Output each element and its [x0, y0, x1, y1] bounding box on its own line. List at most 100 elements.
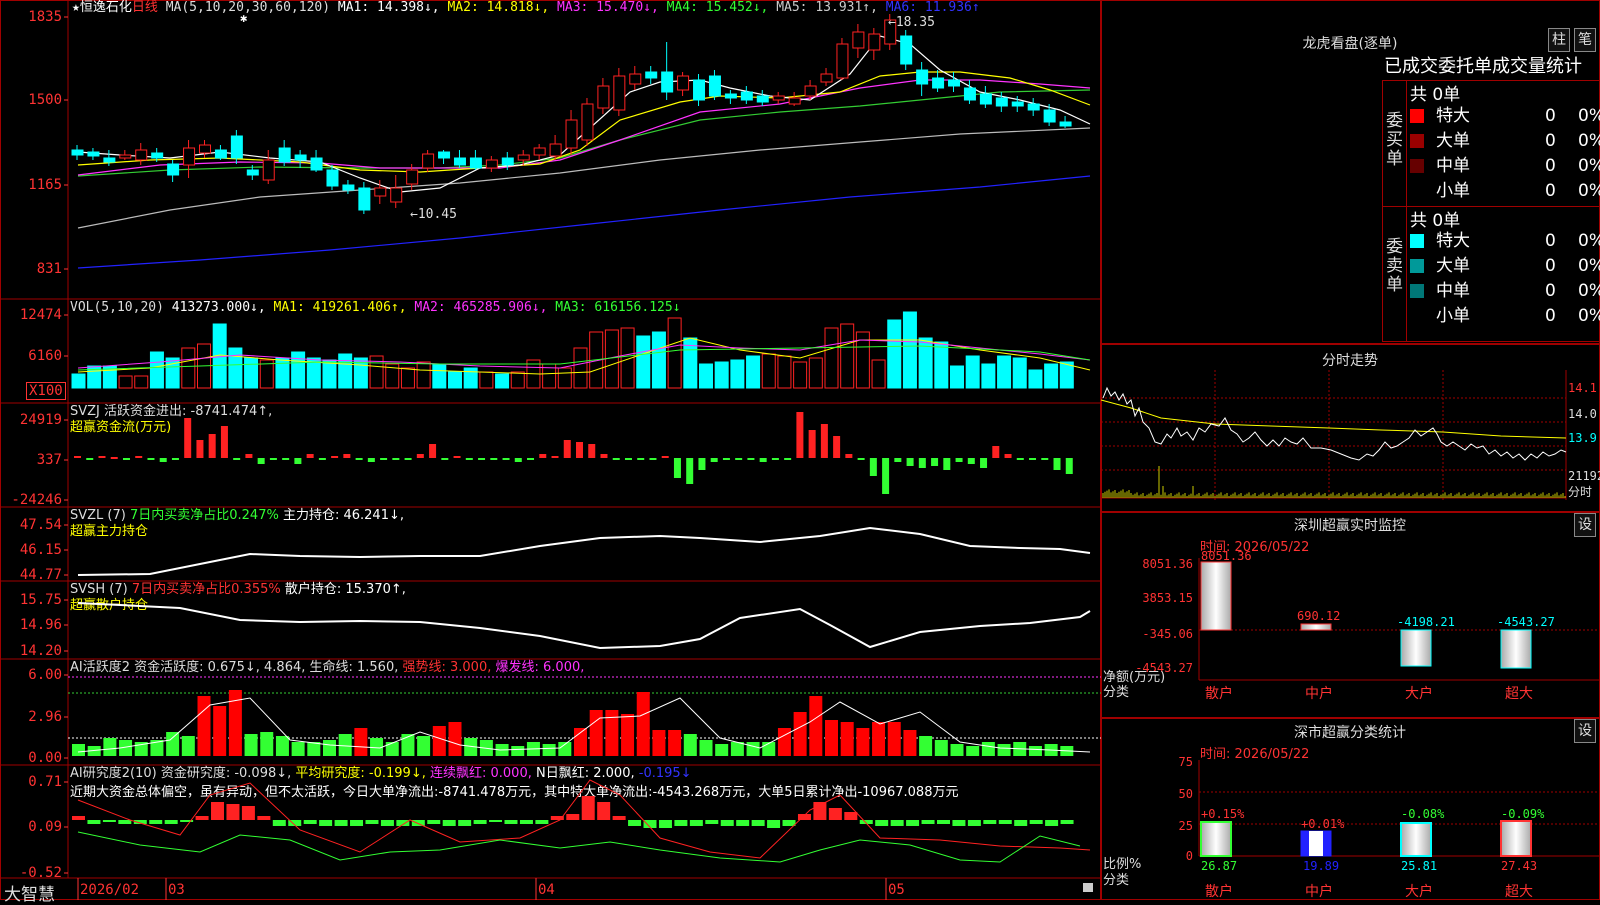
volume-bar — [118, 375, 133, 389]
volume-bar — [761, 353, 776, 389]
flow-bar — [637, 458, 645, 460]
candle-body — [963, 87, 976, 101]
activity-bar — [856, 728, 870, 756]
low-annotation: ←10.45 — [410, 207, 457, 222]
activity-bar — [809, 696, 823, 756]
sell-side-label: 委卖单 — [1386, 237, 1403, 295]
activity-bar — [197, 696, 211, 756]
activity-bar — [762, 742, 776, 756]
flow-bar — [527, 458, 535, 460]
volume-bar — [181, 347, 196, 389]
flow-bar — [1065, 458, 1073, 474]
research-bar — [751, 820, 765, 826]
activity-bar — [652, 730, 666, 756]
research-bar — [828, 808, 842, 820]
flow-bar — [600, 454, 608, 458]
candle-body — [406, 169, 419, 185]
candle-body — [677, 75, 690, 91]
class-bar-retail — [1200, 821, 1232, 857]
volume-bar — [495, 373, 510, 389]
sell-row-name: 大单 — [1436, 256, 1470, 276]
flow-bar — [747, 458, 755, 460]
pen-mode-button[interactable]: 笔 — [1574, 28, 1596, 52]
svsh-line — [77, 602, 1091, 650]
flow-bar — [686, 458, 694, 484]
candle-body — [135, 149, 148, 161]
activity-bar — [260, 732, 274, 756]
candle-body — [326, 169, 339, 187]
candle-body — [756, 95, 769, 103]
candle-body — [119, 154, 132, 159]
bar-mode-button[interactable]: 柱 — [1548, 28, 1570, 52]
research-bar — [442, 820, 456, 826]
candle-body — [230, 135, 243, 159]
flow-bar — [392, 458, 400, 460]
tab-orders[interactable]: 委托单 — [1438, 56, 1492, 77]
candle-body — [868, 33, 881, 51]
tab-row: 已成交委托单成交量统计 — [1384, 54, 1600, 80]
candle-body — [1059, 121, 1072, 127]
activity-bar — [668, 730, 682, 756]
candle-body — [87, 151, 100, 157]
ai-research-green-line — [77, 831, 1081, 863]
sell-row-count: 0 — [1545, 281, 1556, 301]
intraday-chart: 14.1 14.0 13.9 21192 分时 — [1101, 370, 1600, 500]
tab-volume[interactable]: 成交量 — [1492, 56, 1546, 77]
volume-bar — [322, 359, 337, 389]
monitor-settings-button[interactable]: 设 — [1574, 513, 1596, 537]
intraday-price-line — [1102, 386, 1567, 461]
class-axis-label: 比例% — [1103, 857, 1141, 872]
volume-bar — [730, 359, 745, 389]
buy-row: 特大 0 0% — [1410, 104, 1600, 128]
research-bar — [211, 802, 225, 820]
buy-row-count: 0 — [1545, 106, 1556, 126]
activity-bar — [432, 726, 446, 756]
flow-bar — [967, 458, 975, 464]
ma5-line — [77, 127, 1091, 229]
flow-bar — [416, 454, 424, 458]
buy-row-count: 0 — [1545, 156, 1556, 176]
monitor-bar-retail — [1200, 561, 1232, 631]
intraday-ytick-2: 14.0 — [1568, 407, 1597, 421]
volume-bar — [416, 361, 431, 389]
class-change-2: +0.01% — [1301, 817, 1345, 831]
candle-body — [979, 93, 992, 105]
intraday-avg-line — [1101, 399, 1567, 439]
research-bar — [257, 816, 271, 820]
volume-bar — [793, 361, 808, 389]
flow-bar — [171, 458, 179, 460]
candle-body — [198, 144, 211, 154]
research-bar — [612, 816, 626, 820]
candle-body — [932, 77, 945, 89]
volume-bar — [573, 347, 588, 389]
sell-row-name: 中单 — [1436, 281, 1470, 301]
activity-bar — [746, 742, 760, 756]
sell-row: 中单 0 0% — [1410, 279, 1600, 303]
activity-bar — [417, 736, 431, 756]
flow-bar — [514, 458, 522, 462]
tab-executed[interactable]: 已成交 — [1384, 56, 1438, 77]
research-bar — [689, 820, 703, 826]
volume-bar — [667, 317, 682, 389]
flow-bar — [343, 454, 351, 458]
intraday-time-tick: 分时 — [1568, 485, 1592, 499]
buy-row-pct: 0% — [1578, 131, 1600, 151]
activity-bar — [777, 728, 791, 756]
candle-body — [262, 159, 275, 181]
volume-bar — [1028, 369, 1043, 389]
sell-row-swatch — [1410, 234, 1424, 248]
flow-bar — [1053, 458, 1061, 470]
volume-bar — [777, 355, 792, 389]
class-ytick-1: 75 — [1179, 756, 1193, 769]
volume-bar — [557, 367, 572, 389]
candle-body — [916, 69, 929, 85]
class-value-2: 19.89 — [1303, 859, 1339, 873]
activity-bar — [730, 742, 744, 756]
classification-settings-button[interactable]: 设 — [1574, 719, 1596, 743]
activity-bar — [244, 734, 258, 756]
tab-stats[interactable]: 统计 — [1546, 56, 1582, 77]
research-bar — [875, 820, 889, 826]
activity-bar — [636, 692, 650, 756]
candle-body — [1027, 103, 1040, 111]
candle-body — [597, 85, 610, 109]
